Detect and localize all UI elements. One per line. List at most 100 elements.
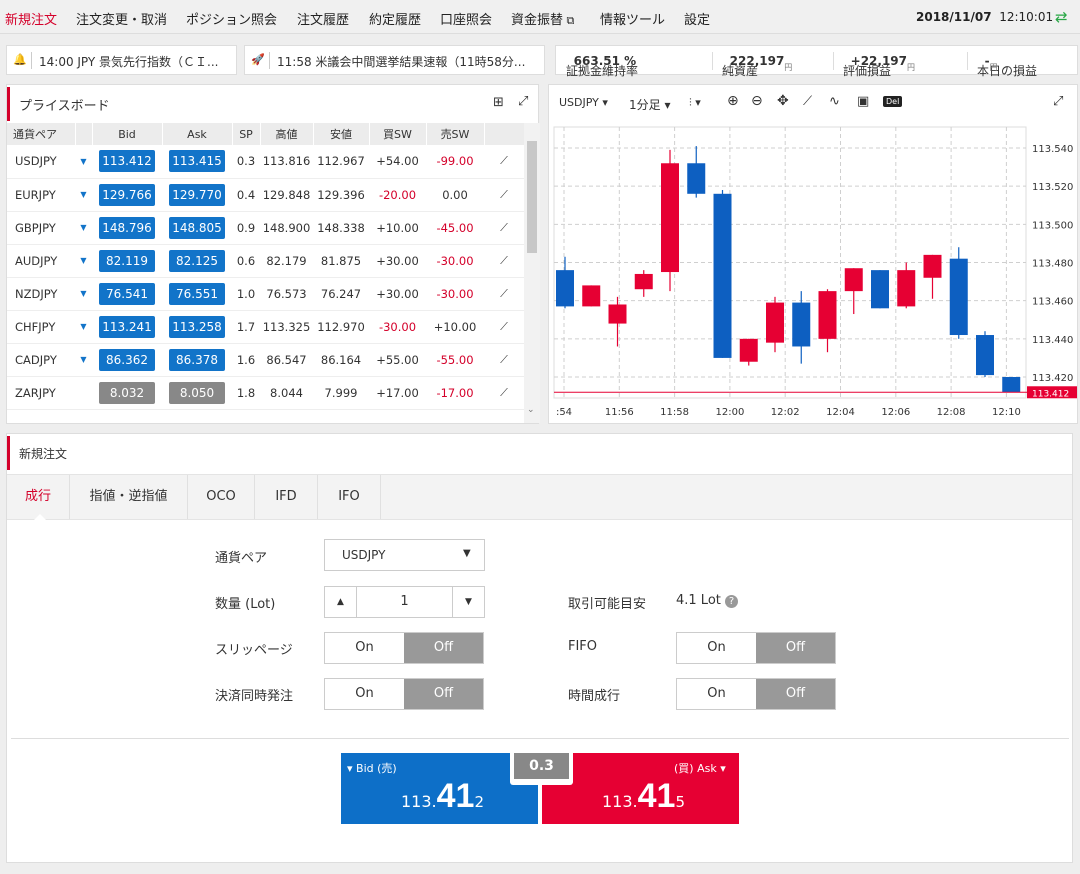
tab-limit-stop[interactable]: 指値・逆指値: [70, 475, 188, 519]
candle-body[interactable]: [844, 268, 863, 292]
move-icon[interactable]: ✥: [777, 93, 789, 109]
nav-positions[interactable]: ポジション照会: [186, 9, 277, 28]
ask-price-button[interactable]: 129.770: [169, 183, 225, 206]
zoom-in-icon[interactable]: ⊕: [727, 93, 739, 109]
grid-layout-icon[interactable]: ⊞: [493, 95, 504, 110]
delete-button[interactable]: Del: [883, 96, 903, 107]
mini-chart-icon[interactable]: ⟋: [484, 244, 524, 278]
qty-up-button[interactable]: ▲: [325, 587, 357, 617]
table-row[interactable]: USDJPY ▼ 113.412 113.415 0.3 113.816 112.967 +5…: [7, 145, 524, 179]
table-row[interactable]: ZARJPY 8.032 8.050 1.8 8.044 7.999 +17.00 -17.0…: [7, 376, 524, 410]
chart-interval-select[interactable]: 1分足 ▾: [629, 96, 670, 113]
slippage-toggle[interactable]: On Off: [324, 632, 484, 664]
nav-account[interactable]: 口座照会: [440, 9, 492, 28]
nav-exec-history[interactable]: 約定履歴: [369, 9, 421, 28]
tab-oco[interactable]: OCO: [188, 475, 255, 519]
ask-price-button[interactable]: 76.551: [169, 282, 225, 305]
table-row[interactable]: CADJPY ▼ 86.362 86.378 1.6 86.547 86.164 +55.00…: [7, 343, 524, 377]
sell-bid-button[interactable]: ▾ Bid (売) 113.412: [341, 753, 538, 824]
mini-chart-icon[interactable]: ⟋: [484, 211, 524, 245]
qty-input[interactable]: 1: [357, 587, 452, 617]
pair-select[interactable]: USDJPY ▼: [324, 539, 485, 571]
tab-ifd[interactable]: IFD: [255, 475, 318, 519]
mini-chart-icon[interactable]: ⟋: [484, 376, 524, 410]
tab-ifo[interactable]: IFO: [318, 475, 381, 519]
candle-body[interactable]: [818, 291, 837, 339]
fifo-toggle[interactable]: On Off: [676, 632, 836, 664]
candle-body[interactable]: [923, 254, 942, 278]
close-order-toggle[interactable]: On Off: [324, 678, 484, 710]
row-dropdown-icon[interactable]: ▼: [75, 211, 92, 245]
chart-expand-icon[interactable]: ⤢: [1053, 94, 1063, 109]
bid-price-button[interactable]: 8.032: [99, 381, 155, 404]
candlestick-chart[interactable]: 113.540 113.520 113.500 113.480 113.460 113.4…: [549, 122, 1077, 424]
row-dropdown-icon[interactable]: ▼: [75, 145, 92, 179]
nav-settings[interactable]: 設定: [684, 9, 710, 28]
mini-chart-icon[interactable]: ⟋: [484, 310, 524, 344]
candle-body[interactable]: [1002, 377, 1021, 393]
row-dropdown-icon[interactable]: ▼: [75, 244, 92, 278]
expand-icon[interactable]: ⤢: [518, 94, 528, 109]
row-dropdown-icon[interactable]: [75, 376, 92, 410]
nav-order-modify[interactable]: 注文変更・取消: [76, 9, 167, 28]
table-row[interactable]: AUDJPY ▼ 82.119 82.125 0.6 82.179 81.875 +30.00…: [7, 244, 524, 278]
candle-body[interactable]: [713, 193, 732, 358]
candle-body[interactable]: [608, 304, 627, 324]
time-market-toggle[interactable]: On Off: [676, 678, 836, 710]
trend-icon[interactable]: ∿: [829, 94, 840, 109]
bid-price-button[interactable]: 113.241: [99, 315, 155, 338]
candle-body[interactable]: [582, 285, 601, 307]
table-row[interactable]: EURJPY ▼ 129.766 129.770 0.4 129.848 129.396 -2…: [7, 178, 524, 212]
ask-price-button[interactable]: 82.125: [169, 249, 225, 272]
nav-order-history[interactable]: 注文履歴: [297, 9, 349, 28]
bid-price-button[interactable]: 129.766: [99, 183, 155, 206]
ask-price-button[interactable]: 8.050: [169, 381, 225, 404]
candle-body[interactable]: [661, 163, 679, 273]
row-dropdown-icon[interactable]: ▼: [75, 310, 92, 344]
candle-body[interactable]: [687, 163, 706, 194]
bid-price-button[interactable]: 86.362: [99, 348, 155, 371]
table-row[interactable]: GBPJPY ▼ 148.796 148.805 0.9 148.900 148.338 +1…: [7, 211, 524, 245]
zoom-out-icon[interactable]: ⊖: [751, 93, 763, 109]
table-row[interactable]: NZDJPY ▼ 76.541 76.551 1.0 76.573 76.247 +30.00…: [7, 277, 524, 311]
mini-chart-icon[interactable]: ⟋: [484, 178, 524, 212]
candle-type-icon[interactable]: ⫶ ▾: [689, 96, 701, 110]
ask-price-button[interactable]: 113.415: [169, 150, 225, 173]
tab-market[interactable]: 成行: [7, 475, 70, 519]
news-ticker-1[interactable]: 🔔 14:00 JPY 景気先行指数（ＣＩ...: [6, 45, 237, 75]
bid-price-button[interactable]: 113.412: [99, 150, 155, 173]
row-dropdown-icon[interactable]: ▼: [75, 277, 92, 311]
draw-line-icon[interactable]: ⟋: [803, 94, 812, 109]
bid-price-button[interactable]: 148.796: [99, 216, 155, 239]
mini-chart-icon[interactable]: ⟋: [484, 145, 524, 179]
save-icon[interactable]: ▣: [857, 94, 869, 109]
bid-price-button[interactable]: 82.119: [99, 249, 155, 272]
candle-body[interactable]: [792, 302, 811, 347]
row-dropdown-icon[interactable]: ▼: [75, 178, 92, 212]
nav-transfer[interactable]: 資金振替 ⧉: [511, 9, 574, 28]
candle-body[interactable]: [949, 258, 968, 336]
mini-chart-icon[interactable]: ⟋: [484, 343, 524, 377]
sync-arrows-icon[interactable]: ⇄: [1055, 8, 1068, 26]
nav-new-order[interactable]: 新規注文: [5, 9, 57, 28]
news-ticker-2[interactable]: 🚀 11:58 米議会中間選挙結果速報（11時58分...: [244, 45, 545, 75]
table-row[interactable]: CHFJPY ▼ 113.241 113.258 1.7 113.325 112.970 -3…: [7, 310, 524, 344]
priceboard-scrollbar[interactable]: ⌄: [524, 123, 540, 423]
row-dropdown-icon[interactable]: ▼: [75, 343, 92, 377]
candle-body[interactable]: [897, 270, 916, 307]
bid-price-button[interactable]: 76.541: [99, 282, 155, 305]
ask-price-button[interactable]: 148.805: [169, 216, 225, 239]
candle-body[interactable]: [871, 270, 889, 309]
candle-body[interactable]: [556, 270, 574, 307]
chart-pair-select[interactable]: USDJPY ▾: [559, 96, 608, 109]
candle-body[interactable]: [766, 302, 784, 343]
ask-price-button[interactable]: 113.258: [169, 315, 225, 338]
ask-price-button[interactable]: 86.378: [169, 348, 225, 371]
qty-down-button[interactable]: ▼: [452, 587, 484, 617]
candle-body[interactable]: [739, 338, 758, 362]
help-icon[interactable]: ?: [725, 595, 739, 608]
mini-chart-icon[interactable]: ⟋: [484, 277, 524, 311]
candle-body[interactable]: [634, 273, 653, 290]
nav-info-tools[interactable]: 情報ツール: [600, 9, 665, 28]
candle-body[interactable]: [976, 335, 994, 376]
